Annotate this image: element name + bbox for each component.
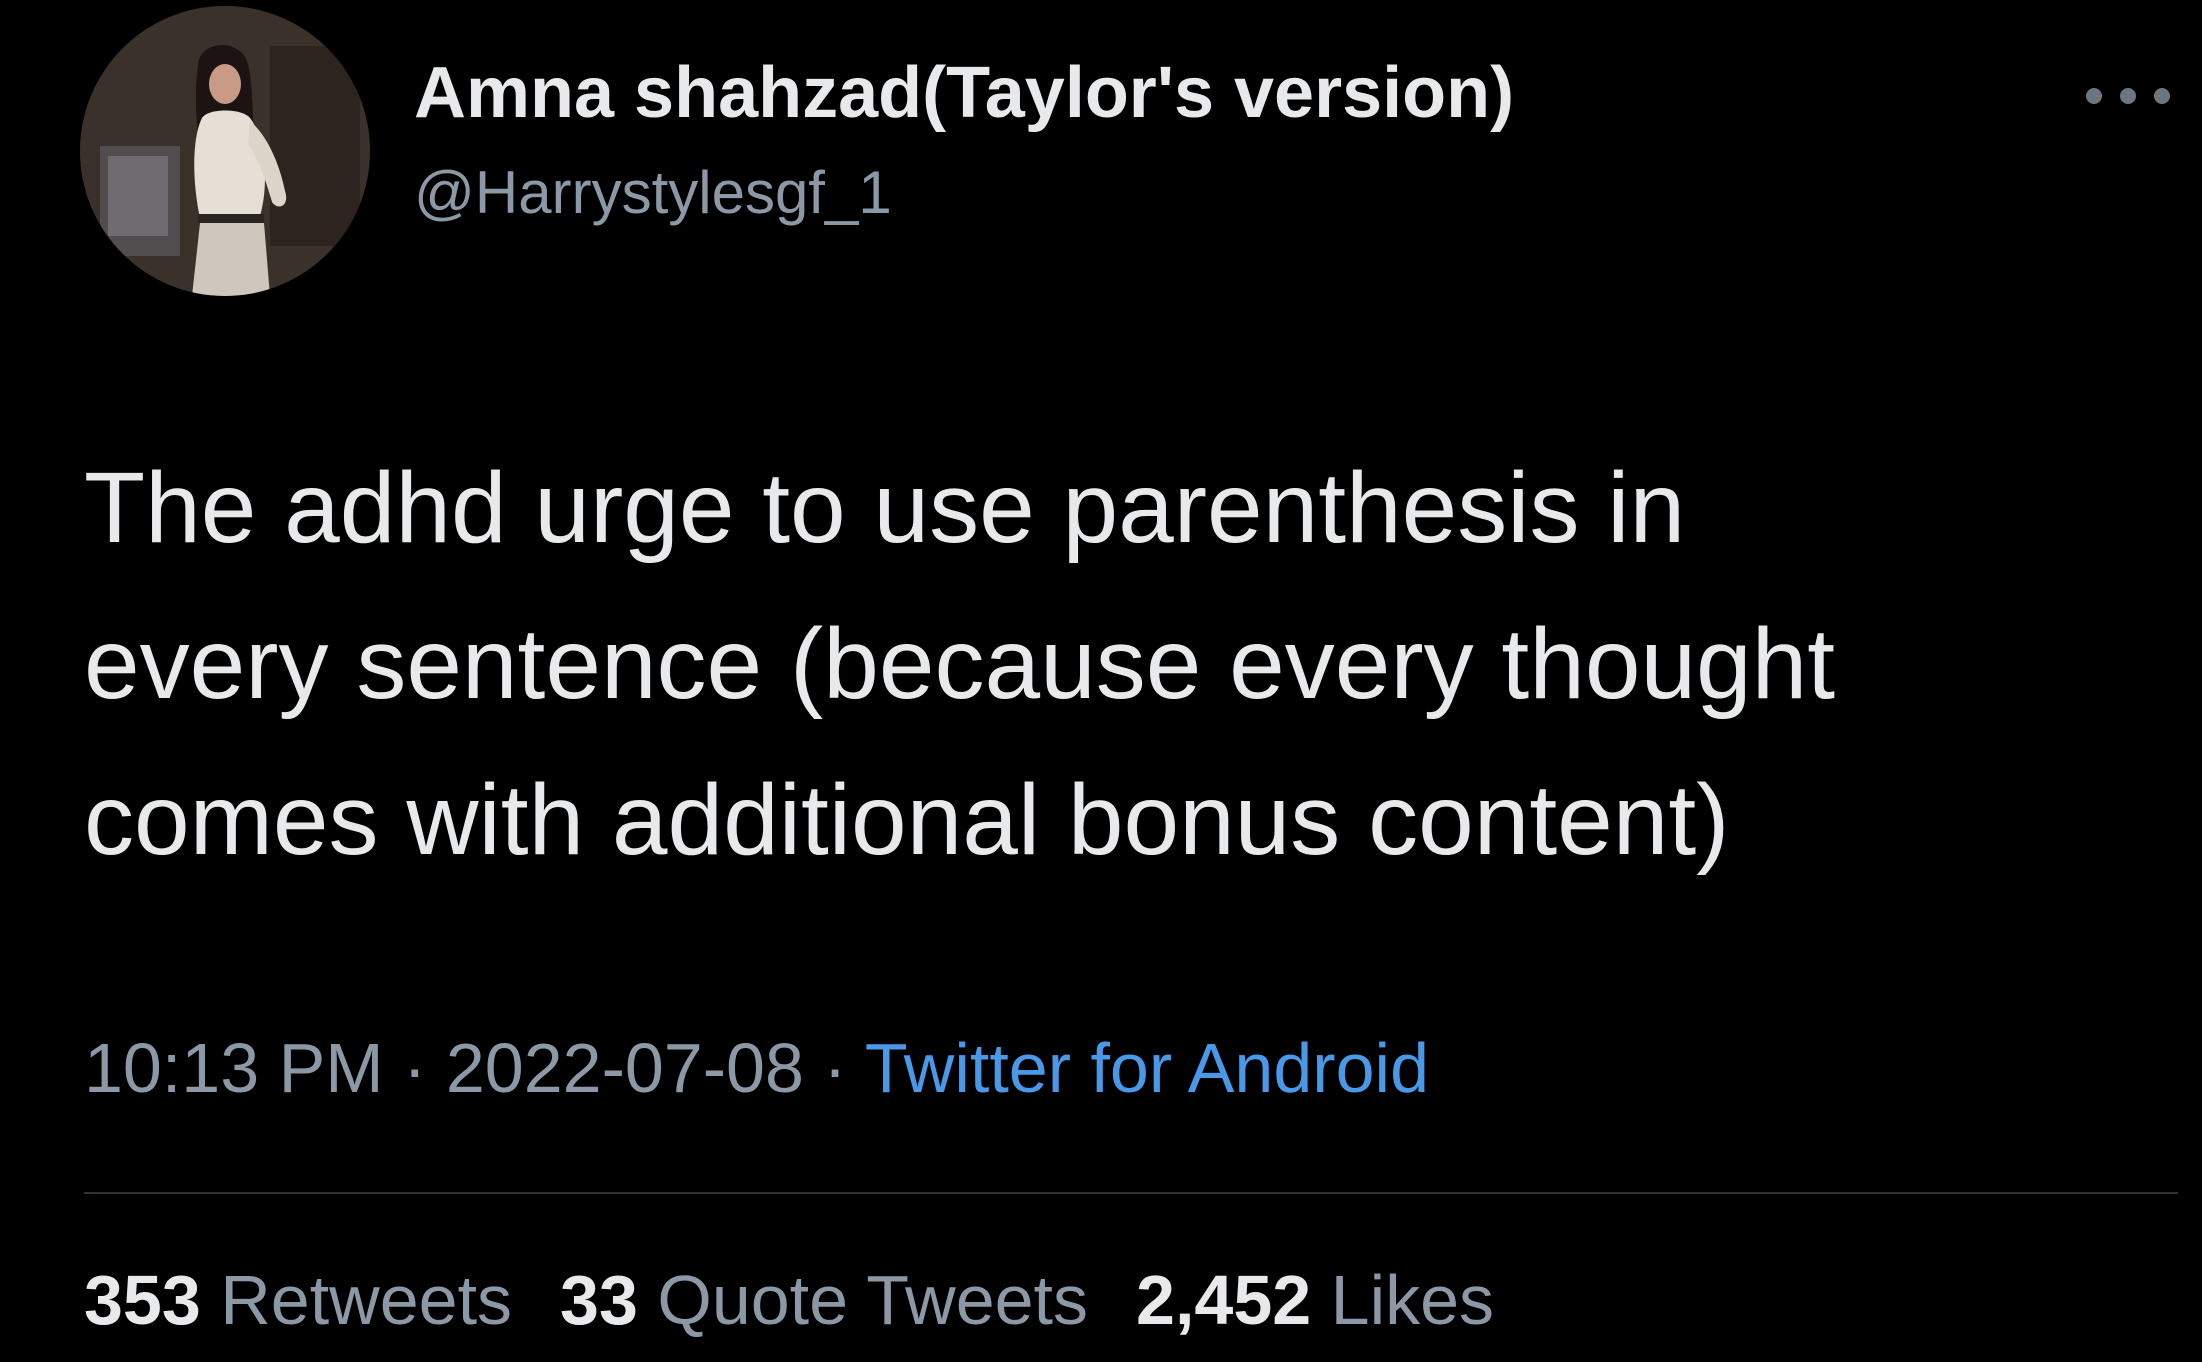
tweet-source-link[interactable]: Twitter for Android: [865, 1029, 1429, 1107]
tweet-text-line: comes with additional bonus content): [84, 764, 1730, 876]
likes-count: 2,452: [1136, 1261, 1312, 1339]
user-handle[interactable]: @Harrystylesgf_1: [414, 158, 892, 227]
tweet-text-line: The adhd urge to use parenthesis in: [84, 452, 1686, 564]
quote-tweets-count: 33: [560, 1261, 638, 1339]
tweet-meta: 10:13 PM · 2022-07-08 · Twitter for Andr…: [84, 1028, 1429, 1108]
retweets-count: 353: [84, 1261, 201, 1339]
more-horizontal-icon[interactable]: [2086, 78, 2170, 114]
avatar-photo: [80, 6, 370, 296]
likes-stat[interactable]: 2,452 Likes: [1136, 1261, 1494, 1339]
retweets-label: Retweets: [220, 1261, 513, 1339]
meta-separator: ·: [403, 1029, 446, 1107]
quote-tweets-label: Quote Tweets: [657, 1261, 1089, 1339]
display-name[interactable]: Amna shahzad(Taylor's version): [414, 52, 1514, 134]
tweet-card: Amna shahzad(Taylor's version) @Harrysty…: [0, 0, 2202, 1362]
quote-tweets-stat[interactable]: 33 Quote Tweets: [560, 1261, 1088, 1339]
likes-label: Likes: [1330, 1261, 1495, 1339]
retweets-stat[interactable]: 353 Retweets: [84, 1261, 512, 1339]
meta-separator: ·: [823, 1029, 865, 1107]
tweet-text-line: every sentence (because every thought: [84, 608, 1836, 720]
more-dot: [2154, 88, 2170, 104]
tweet-stats: 353 Retweets 33 Quote Tweets 2,452 Likes: [84, 1260, 1494, 1340]
more-dot: [2086, 88, 2102, 104]
divider: [84, 1192, 2178, 1194]
tweet-time[interactable]: 10:13 PM: [84, 1029, 384, 1107]
tweet-text: The adhd urge to use parenthesis in ever…: [84, 430, 2164, 898]
avatar[interactable]: [80, 6, 370, 296]
tweet-date[interactable]: 2022-07-08: [446, 1029, 804, 1107]
more-dot: [2120, 88, 2136, 104]
